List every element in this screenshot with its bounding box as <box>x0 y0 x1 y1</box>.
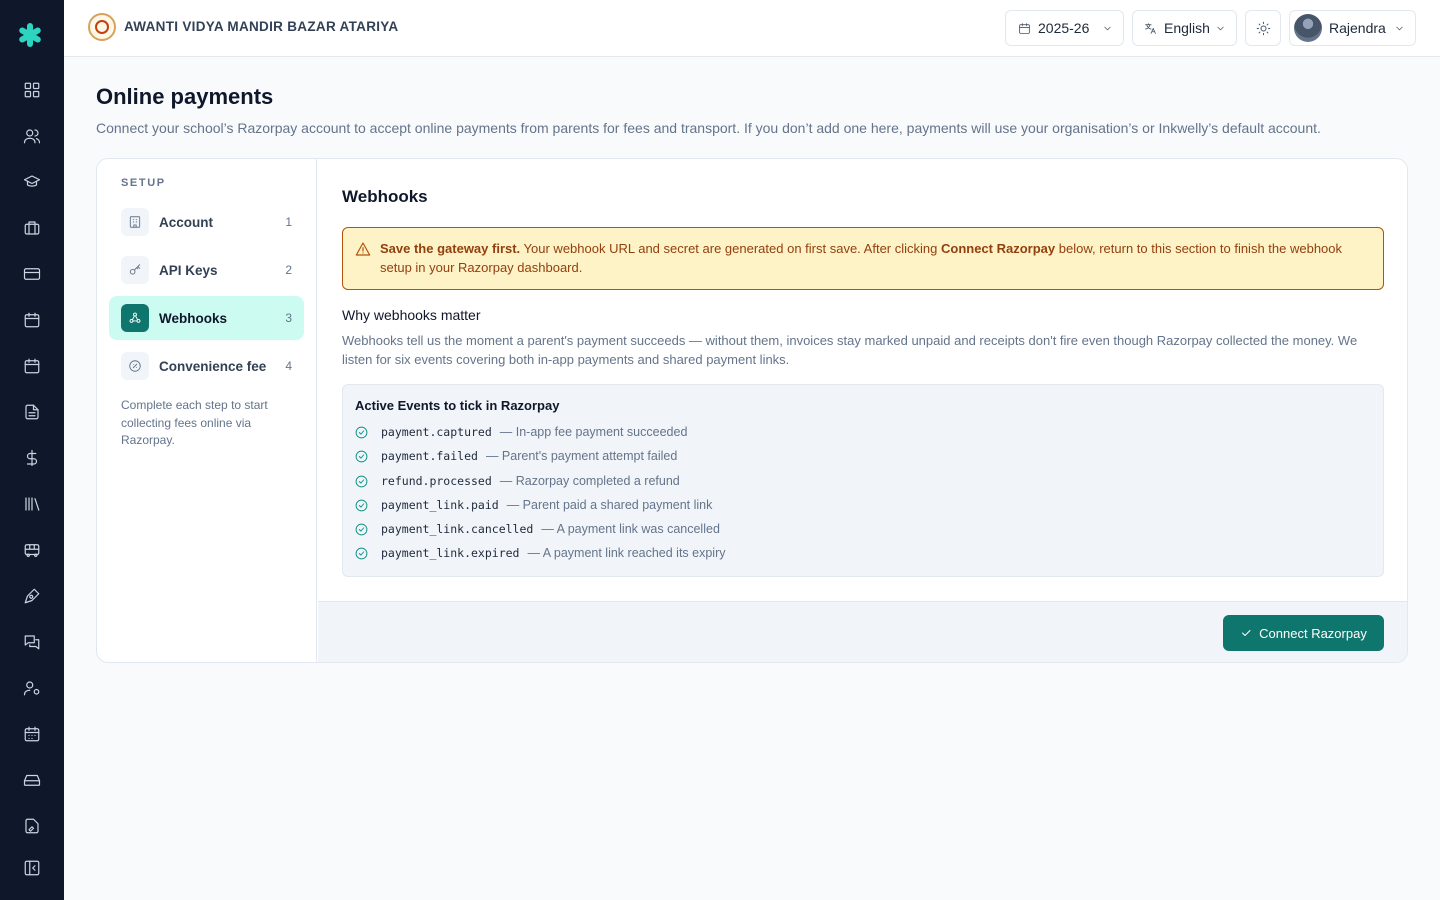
sidebar-rail <box>0 0 64 900</box>
language-select[interactable]: English <box>1132 10 1237 46</box>
avatar <box>1294 14 1322 42</box>
theme-toggle-button[interactable] <box>1245 10 1281 46</box>
connect-button-label: Connect Razorpay <box>1259 625 1367 641</box>
messages-icon[interactable] <box>20 630 44 654</box>
check-circle-icon <box>355 450 368 462</box>
user-name: Rajendra <box>1329 20 1386 36</box>
connect-razorpay-button[interactable]: Connect Razorpay <box>1223 615 1384 651</box>
briefcase-icon[interactable] <box>20 216 44 240</box>
event-item: refund.processed — Razorpay completed a … <box>355 472 680 490</box>
event-description: — Parent paid a shared payment link <box>506 498 713 512</box>
user-menu[interactable]: Rajendra <box>1289 10 1416 46</box>
pen-tool-icon[interactable] <box>20 584 44 608</box>
event-description: — In-app fee payment succeeded <box>499 425 688 439</box>
school-name: AWANTI VIDYA MANDIR BAZAR ATARIYA <box>124 19 399 34</box>
step-account[interactable]: Account 1 <box>109 200 304 244</box>
why-title: Why webhooks matter <box>342 307 481 323</box>
step-convenience-fee[interactable]: Convenience fee 4 <box>109 344 304 388</box>
event-description: — A payment link reached its expiry <box>527 546 726 560</box>
event-description: — Razorpay completed a refund <box>499 474 680 488</box>
event-code: payment.failed <box>381 449 478 463</box>
language-value: English <box>1164 20 1210 36</box>
warning-icon <box>355 242 371 256</box>
event-code: payment.captured <box>381 425 492 439</box>
check-circle-icon <box>355 475 368 487</box>
event-item: payment_link.cancelled — A payment link … <box>355 520 720 538</box>
school-logo <box>88 13 116 41</box>
graduation-cap-icon[interactable] <box>20 170 44 194</box>
event-code: payment_link.cancelled <box>381 522 534 536</box>
page-title: Online payments <box>96 84 274 109</box>
step-webhooks[interactable]: Webhooks 3 <box>109 296 304 340</box>
event-item: payment_link.paid — Parent paid a shared… <box>355 496 712 514</box>
event-item: payment_link.expired — A payment link re… <box>355 544 726 562</box>
warning-alert: Save the gateway first. Your webhook URL… <box>342 227 1384 290</box>
steps-note: Complete each step to start collecting f… <box>121 398 268 447</box>
step-label: Webhooks <box>159 310 228 326</box>
steps-heading: SETUP <box>121 177 166 189</box>
step-label: API Keys <box>159 262 218 278</box>
card-footer: Connect Razorpay <box>318 601 1407 662</box>
dashboard-icon[interactable] <box>20 78 44 102</box>
chevron-down-icon <box>1396 26 1403 31</box>
calendar-icon <box>1019 22 1030 34</box>
check-circle-icon <box>355 499 368 511</box>
check-circle-icon <box>355 523 368 535</box>
academic-year-value: 2025-26 <box>1038 20 1090 36</box>
event-item: payment.captured — In-app fee payment su… <box>355 423 687 441</box>
setup-steps: SETUP Account 1 API Keys 2 Webhooks 3 Co… <box>97 159 317 662</box>
bus-icon[interactable] <box>20 538 44 562</box>
alert-text: Save the gateway first. Your webhook URL… <box>380 241 1343 275</box>
percent-badge-icon <box>129 360 141 372</box>
chevron-down-icon <box>1104 26 1111 31</box>
step-number: 1 <box>285 215 292 229</box>
calendar-icon[interactable] <box>20 308 44 332</box>
step-label: Account <box>159 214 213 230</box>
chevron-down-icon <box>1217 26 1224 31</box>
drive-icon[interactable] <box>20 768 44 792</box>
check-circle-icon <box>355 426 368 438</box>
library-icon[interactable] <box>20 492 44 516</box>
step-api-keys[interactable]: API Keys 2 <box>109 248 304 292</box>
event-code: payment_link.expired <box>381 546 520 560</box>
section-title: Webhooks <box>342 187 428 206</box>
step-label: Convenience fee <box>159 358 267 374</box>
step-number: 4 <box>285 359 292 373</box>
webhook-icon <box>129 312 141 323</box>
webhooks-panel: Webhooks Save the gateway first. Your we… <box>318 159 1407 662</box>
dollar-icon[interactable] <box>20 446 44 470</box>
sun-icon <box>1256 21 1270 35</box>
events-title: Active Events to tick in Razorpay <box>355 398 560 413</box>
step-number: 3 <box>285 311 292 325</box>
event-description: — Parent's payment attempt failed <box>485 449 678 463</box>
logo-icon[interactable] <box>17 22 43 48</box>
collapse-sidebar-icon[interactable] <box>20 856 44 880</box>
key-icon <box>129 264 141 275</box>
document-icon[interactable] <box>20 400 44 424</box>
why-description: Webhooks tell us the moment a parent's p… <box>342 333 1358 367</box>
users-icon[interactable] <box>20 124 44 148</box>
setup-card: SETUP Account 1 API Keys 2 Webhooks 3 Co… <box>96 158 1408 663</box>
building-icon <box>129 216 141 228</box>
step-number: 2 <box>285 263 292 277</box>
check-icon <box>1242 630 1251 636</box>
credit-card-icon[interactable] <box>20 262 44 286</box>
page-description: Connect your school’s Razorpay account t… <box>96 120 1321 136</box>
academic-year-select[interactable]: 2025-26 <box>1005 10 1124 46</box>
calendar-grid-icon[interactable] <box>20 722 44 746</box>
top-bar: AWANTI VIDYA MANDIR BAZAR ATARIYA 2025-2… <box>64 0 1440 57</box>
user-settings-icon[interactable] <box>20 676 44 700</box>
file-signature-icon[interactable] <box>20 814 44 838</box>
event-code: payment_link.paid <box>381 498 499 512</box>
events-box: Active Events to tick in Razorpay paymen… <box>342 384 1384 577</box>
event-item: payment.failed — Parent's payment attemp… <box>355 447 677 465</box>
check-circle-icon <box>355 547 368 559</box>
translate-icon <box>1145 22 1156 34</box>
calendar-icon[interactable] <box>20 354 44 378</box>
event-code: refund.processed <box>381 474 492 488</box>
event-description: — A payment link was cancelled <box>541 522 720 536</box>
